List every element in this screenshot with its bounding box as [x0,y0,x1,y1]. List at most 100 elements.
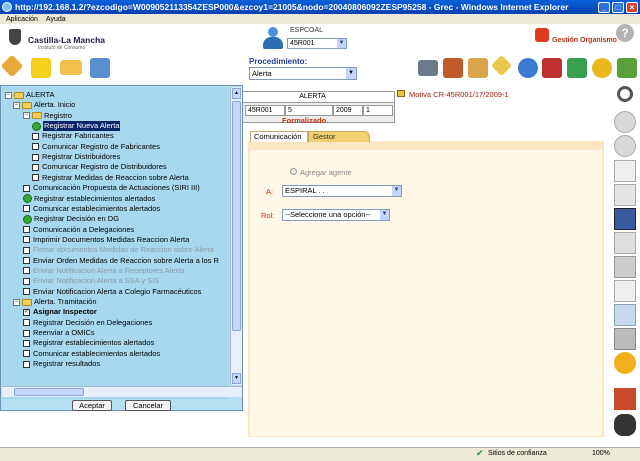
laptop-icon[interactable] [418,60,438,76]
scroll-up-icon[interactable]: ▲ [232,88,241,99]
espcoal-select[interactable]: 45R001 ▼ [287,38,347,49]
checkbox[interactable] [23,360,30,368]
tree-item[interactable]: Registrar establecimientos alertados [23,194,155,204]
tree-item[interactable]: ✓ Asignar Inspector [23,307,97,317]
checkbox[interactable] [23,329,30,337]
checkbox[interactable] [23,277,30,285]
tree-item[interactable]: Reenviar a OMICs [23,328,95,338]
tree-item[interactable]: Comunicar establecimientos alertados [23,204,160,214]
checkbox[interactable] [23,226,30,234]
forward-icon[interactable] [614,135,636,157]
document-icon[interactable] [614,160,636,182]
back-icon[interactable] [614,111,636,133]
tree-item[interactable]: Comunicación a Delegaciones [23,225,134,235]
checkbox[interactable] [23,339,30,347]
tree-folder[interactable]: − Alerta. Inicio [13,100,75,110]
horizontal-scrollbar[interactable] [2,386,242,397]
expand-collapse-icon[interactable]: − [5,91,12,99]
close-icon[interactable]: × [626,1,638,13]
tree-item[interactable]: Registrar Nueva Alerta [32,121,121,132]
checkbox[interactable] [23,184,30,192]
tree-item[interactable]: Registrar Decisión en DG [23,214,119,224]
tab-comunicacion[interactable]: Comunicación [250,131,308,142]
save-icon[interactable] [614,208,636,230]
checkbox[interactable] [32,163,39,171]
chart-icon[interactable] [567,58,587,78]
checkbox[interactable] [23,319,30,327]
tag-icon[interactable] [0,54,24,78]
expand-collapse-icon[interactable]: − [13,101,20,109]
procedimiento-select[interactable]: Alerta ▼ [249,67,357,80]
scroll-thumb[interactable] [14,388,84,396]
tree-item[interactable]: Comunicación Propuesta de Actuaciones (S… [23,183,200,193]
gestion-organismo-link[interactable]: Gestión Organismo [552,37,617,44]
menu-aplicacion[interactable]: Aplicación [6,16,38,23]
minimize-icon[interactable]: _ [598,1,610,13]
checkbox[interactable] [23,246,30,254]
gear-icon[interactable] [592,58,612,78]
tree-item[interactable]: Comunicar Registro de Fabricantes [32,142,160,152]
tree-item[interactable]: Registrar Decisión en Delegaciones [23,318,152,328]
tree-item[interactable]: Registrar Distribuidores [32,152,120,162]
car-icon[interactable] [614,414,636,436]
tree-item[interactable]: Comunicar establecimientos alertados [23,349,160,359]
agregar-agente-radio[interactable] [290,168,297,175]
checkbox[interactable] [32,174,39,182]
tree-item[interactable]: Enviar Notificacion Alerta a SSA y SIS [23,276,159,286]
tree-item[interactable]: Imprimir Documentos Medidas Reaccion Ale… [23,235,189,245]
print-preview-icon[interactable] [614,232,636,254]
checkbox[interactable]: ✓ [23,308,30,316]
search-icon[interactable] [617,86,633,102]
cancelar-button[interactable]: Cancelar [125,400,171,411]
label-icon[interactable] [490,54,513,77]
books-icon[interactable] [443,58,463,78]
a-select[interactable]: ESPIRAL . . ▼ [282,185,402,197]
checkbox[interactable] [23,267,30,275]
tree-item[interactable]: Registrar resultados [23,359,100,369]
checkbox[interactable] [23,257,30,265]
tree-item[interactable]: Enviar Orden Medidas de Reaccion sobre A… [23,256,219,266]
tree-item[interactable]: Enviar Notificacion Alerta a Colegio Far… [23,287,201,297]
tab-gestor[interactable]: Gestor [308,131,370,142]
expand-collapse-icon[interactable]: − [13,298,20,306]
aceptar-button[interactable]: Aceptar [72,400,112,411]
help-icon[interactable]: ? [616,24,634,42]
documents-icon[interactable] [542,58,562,78]
pages-icon[interactable] [614,184,636,206]
checkbox[interactable] [23,205,30,213]
tree-item[interactable]: Firmar documentos Medidas de Reaccion so… [23,245,214,255]
vertical-scrollbar[interactable]: ▲ ▼ [230,87,242,385]
zoom-level[interactable]: 100% [592,450,610,457]
gestion-organismo-icon[interactable] [535,28,549,42]
tree-item[interactable]: Registrar Fabricantes [32,131,114,141]
alert-bell-icon[interactable] [31,58,51,78]
fax-icon[interactable] [614,328,636,350]
tree-icon[interactable] [617,58,637,78]
globe-icon[interactable] [518,58,538,78]
tree-folder[interactable]: − Alerta. Tramitación [13,297,97,307]
checkbox[interactable] [23,236,30,244]
rol-select[interactable]: --Seleccione una opción-- ▼ [282,209,390,221]
motiva-link[interactable]: Motiva CR-45R001/17/2009-1 [409,90,509,99]
menu-ayuda[interactable]: Ayuda [46,16,66,23]
bottle-icon[interactable] [614,304,636,326]
checkbox[interactable] [32,153,39,161]
tree-item[interactable]: Enviar Notificacion Alerta a Receptores … [23,266,184,276]
checkbox[interactable] [32,132,39,140]
checkbox[interactable] [32,143,39,151]
printer-icon[interactable] [614,256,636,278]
scroll-down-icon[interactable]: ▼ [232,373,241,384]
scroll-thumb[interactable] [232,101,241,331]
tree-folder[interactable]: − Registro [23,111,72,121]
computer-user-icon[interactable] [90,58,110,78]
attachment-icon[interactable] [614,280,636,302]
tools-icon[interactable] [614,388,636,410]
checkbox[interactable] [23,288,30,296]
expand-collapse-icon[interactable]: − [23,112,30,120]
building-icon[interactable] [468,58,488,78]
tree-item[interactable]: Registrar Medidas de Reaccion sobre Aler… [32,173,189,183]
tree-folder[interactable]: − ALERTA [5,90,54,100]
envelope-icon[interactable] [397,90,405,97]
settings-icon[interactable] [614,352,636,374]
checkbox[interactable] [23,350,30,358]
